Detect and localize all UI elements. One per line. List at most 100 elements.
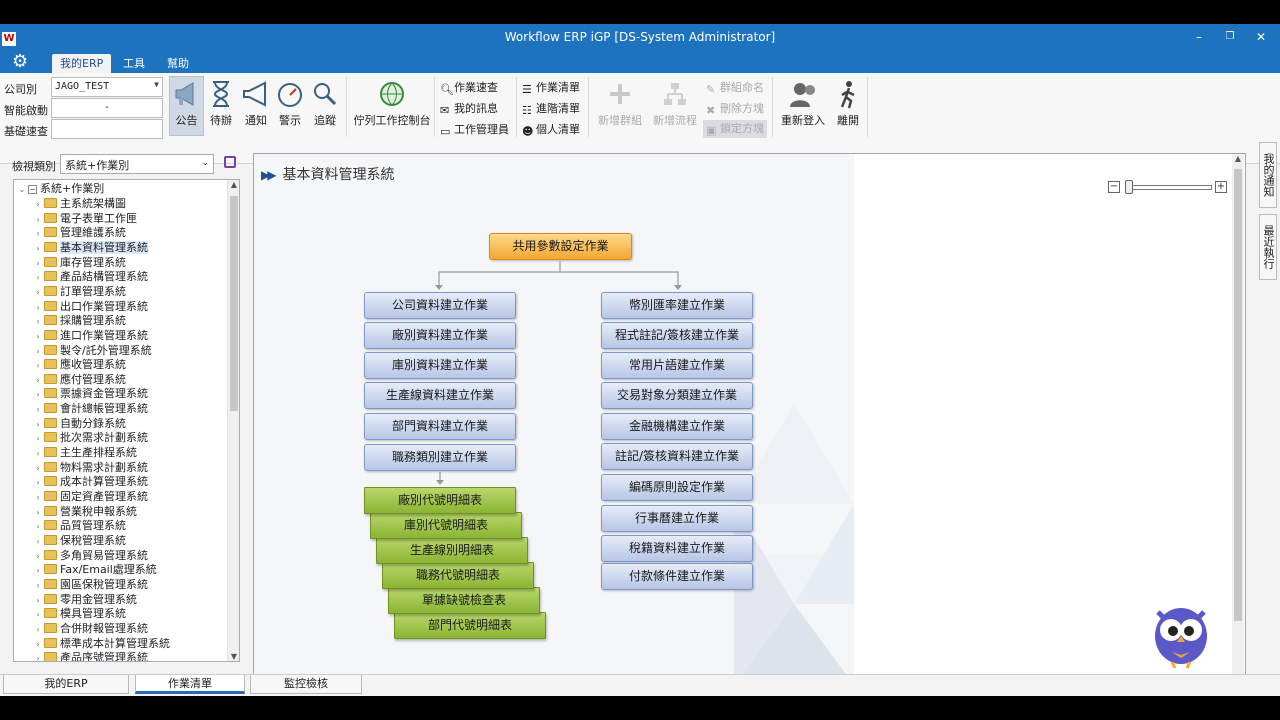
pending-button[interactable]: 待辦 [206, 77, 236, 133]
advanced-list-button[interactable]: ☷ 進階清單 [522, 100, 580, 118]
restore-button[interactable]: ❐ [1220, 28, 1240, 46]
scroll-up-icon[interactable]: ▲ [228, 180, 239, 189]
main-scrollbar[interactable]: ▲ ▼ [1232, 154, 1244, 684]
expand-icon[interactable]: › [32, 432, 44, 446]
expand-icon[interactable]: › [32, 301, 44, 315]
tree-item[interactable]: › 會計總帳管理系統 [32, 402, 148, 417]
tree-item[interactable]: › 應收管理系統 [32, 358, 126, 373]
expand-icon[interactable]: › [32, 462, 44, 476]
bottom-tab-task-list[interactable]: 作業清單 [135, 675, 245, 694]
expand-icon[interactable]: › [32, 579, 44, 593]
delete-cube-button[interactable]: ✖ 刪除方塊 [706, 100, 764, 118]
notify-button[interactable]: 通知 [240, 77, 272, 133]
tree-item[interactable]: › 基本資料管理系統 [32, 240, 148, 256]
smart-start-input[interactable]: - [51, 98, 163, 118]
quick-query-input[interactable] [51, 119, 163, 139]
expand-icon[interactable]: › [32, 315, 44, 329]
expand-icon[interactable]: › [32, 359, 44, 373]
expand-icon[interactable]: › [32, 198, 44, 212]
tree-scroll-thumb[interactable] [230, 196, 238, 411]
tree-item[interactable]: › 物料需求計劃系統 [32, 461, 148, 476]
expand-icon[interactable]: › [32, 506, 44, 520]
tree-item[interactable]: › 出口作業管理系統 [32, 300, 148, 315]
tree-item[interactable]: › 主系統架構圖 [32, 197, 126, 212]
tree-item[interactable]: › 產品序號管理系統 [32, 651, 148, 661]
expand-icon[interactable]: › [32, 403, 44, 417]
zoom-slider-knob[interactable] [1125, 180, 1133, 194]
report-node-4[interactable]: 單據缺號檢查表 [388, 587, 540, 614]
tree-item[interactable]: › 產品結構管理系統 [32, 270, 148, 285]
tree-item[interactable]: › 應付管理系統 [32, 373, 126, 388]
report-node-3[interactable]: 職務代號明細表 [382, 562, 534, 589]
expand-icon[interactable]: › [32, 476, 44, 490]
menu-tab-help[interactable]: 幫助 [159, 54, 197, 73]
gear-icon[interactable]: ⚙ [12, 52, 28, 72]
expand-icon[interactable]: › [32, 213, 44, 227]
tree-item[interactable]: › Fax/Email處理系統 [32, 563, 156, 578]
expand-icon[interactable]: › [32, 418, 44, 432]
save-icon[interactable] [224, 156, 236, 168]
expand-icon[interactable]: › [32, 594, 44, 608]
tree-item[interactable]: › 製令/託外管理系統 [32, 344, 151, 359]
new-group-button[interactable]: 新增群組 [594, 77, 646, 133]
node-left-4[interactable]: 部門資料建立作業 [364, 413, 516, 440]
tree-item[interactable]: › 多角貿易管理系統 [32, 549, 148, 564]
report-node-2[interactable]: 生產線別明細表 [376, 537, 528, 564]
collapse-icon[interactable]: ⌄ [16, 183, 28, 197]
node-right-5[interactable]: 註記/簽核資料建立作業 [601, 443, 753, 470]
track-button[interactable]: 追蹤 [309, 77, 341, 133]
tree-item[interactable]: › 採購管理系統 [32, 314, 126, 329]
expand-icon[interactable]: › [32, 388, 44, 402]
expand-icon[interactable]: › [32, 374, 44, 388]
lock-cube-button[interactable]: ▣ 鎖定方塊 [703, 120, 767, 138]
tree-item[interactable]: › 品質管理系統 [32, 519, 126, 534]
task-list-button[interactable]: ☰ 作業清單 [522, 79, 580, 97]
node-right-7[interactable]: 行事曆建立作業 [601, 505, 753, 532]
expand-icon[interactable]: › [32, 447, 44, 461]
expand-icon[interactable]: › [32, 491, 44, 505]
zoom-out-button[interactable]: − [1108, 181, 1120, 193]
expand-icon[interactable]: › [32, 550, 44, 564]
zoom-in-button[interactable]: + [1215, 181, 1227, 193]
side-tab-my-notifications[interactable]: 我的通知 [1259, 142, 1277, 208]
expand-icon[interactable]: › [32, 271, 44, 285]
minimize-button[interactable]: – [1189, 28, 1209, 46]
expand-icon[interactable]: › [32, 242, 44, 256]
bottom-tab-my-erp[interactable]: 我的ERP [3, 675, 129, 694]
scroll-up-icon[interactable]: ▲ [1232, 154, 1244, 163]
node-left-3[interactable]: 生產線資料建立作業 [364, 382, 516, 409]
expand-icon[interactable]: › [32, 286, 44, 300]
owl-mascot-icon[interactable] [1150, 600, 1212, 670]
queue-console-button[interactable]: 佇列工作控制台 [352, 77, 432, 133]
expand-icon[interactable]: › [32, 345, 44, 359]
close-button[interactable]: ✕ [1251, 28, 1271, 46]
tree-item[interactable]: › 零用金管理系統 [32, 593, 137, 608]
expand-icon[interactable]: › [32, 535, 44, 549]
node-left-5[interactable]: 職務類別建立作業 [364, 444, 516, 471]
new-flow-button[interactable]: 新增流程 [650, 77, 700, 133]
tree-item[interactable]: › 合併財報管理系統 [32, 622, 148, 637]
node-common-params[interactable]: 共用參數設定作業 [489, 233, 632, 260]
expand-icon[interactable]: › [32, 608, 44, 622]
report-node-1[interactable]: 庫別代號明細表 [370, 512, 522, 539]
tree-item[interactable]: › 批次需求計劃系統 [32, 431, 148, 446]
node-right-4[interactable]: 金融機構建立作業 [601, 413, 753, 440]
scroll-down-icon[interactable]: ▼ [228, 652, 239, 661]
bottom-tab-monitor[interactable]: 監控檢核 [250, 675, 362, 694]
tree-item[interactable]: › 票據資金管理系統 [32, 387, 148, 402]
expand-icon[interactable]: › [32, 257, 44, 271]
tree-item[interactable]: › 保稅管理系統 [32, 534, 126, 549]
announce-button[interactable]: 公告 [169, 76, 204, 136]
my-messages-button[interactable]: ✉ 我的訊息 [440, 100, 498, 118]
report-node-5[interactable]: 部門代號明細表 [394, 612, 546, 639]
tree-item[interactable]: › 固定資產管理系統 [32, 490, 148, 505]
tree-item[interactable]: › 成本計算管理系統 [32, 475, 148, 490]
report-node-0[interactable]: 廠別代號明細表 [364, 487, 516, 514]
tree-scrollbar[interactable]: ▲ ▼ [227, 180, 239, 661]
node-left-0[interactable]: 公司資料建立作業 [364, 292, 516, 319]
job-manager-button[interactable]: ▭ 工作管理員 [440, 121, 509, 139]
tree-item[interactable]: › 庫存管理系統 [32, 256, 126, 271]
tree-item[interactable]: › 模具管理系統 [32, 607, 126, 622]
node-left-1[interactable]: 廠別資料建立作業 [364, 322, 516, 349]
relogin-button[interactable]: 重新登入 [778, 77, 828, 133]
